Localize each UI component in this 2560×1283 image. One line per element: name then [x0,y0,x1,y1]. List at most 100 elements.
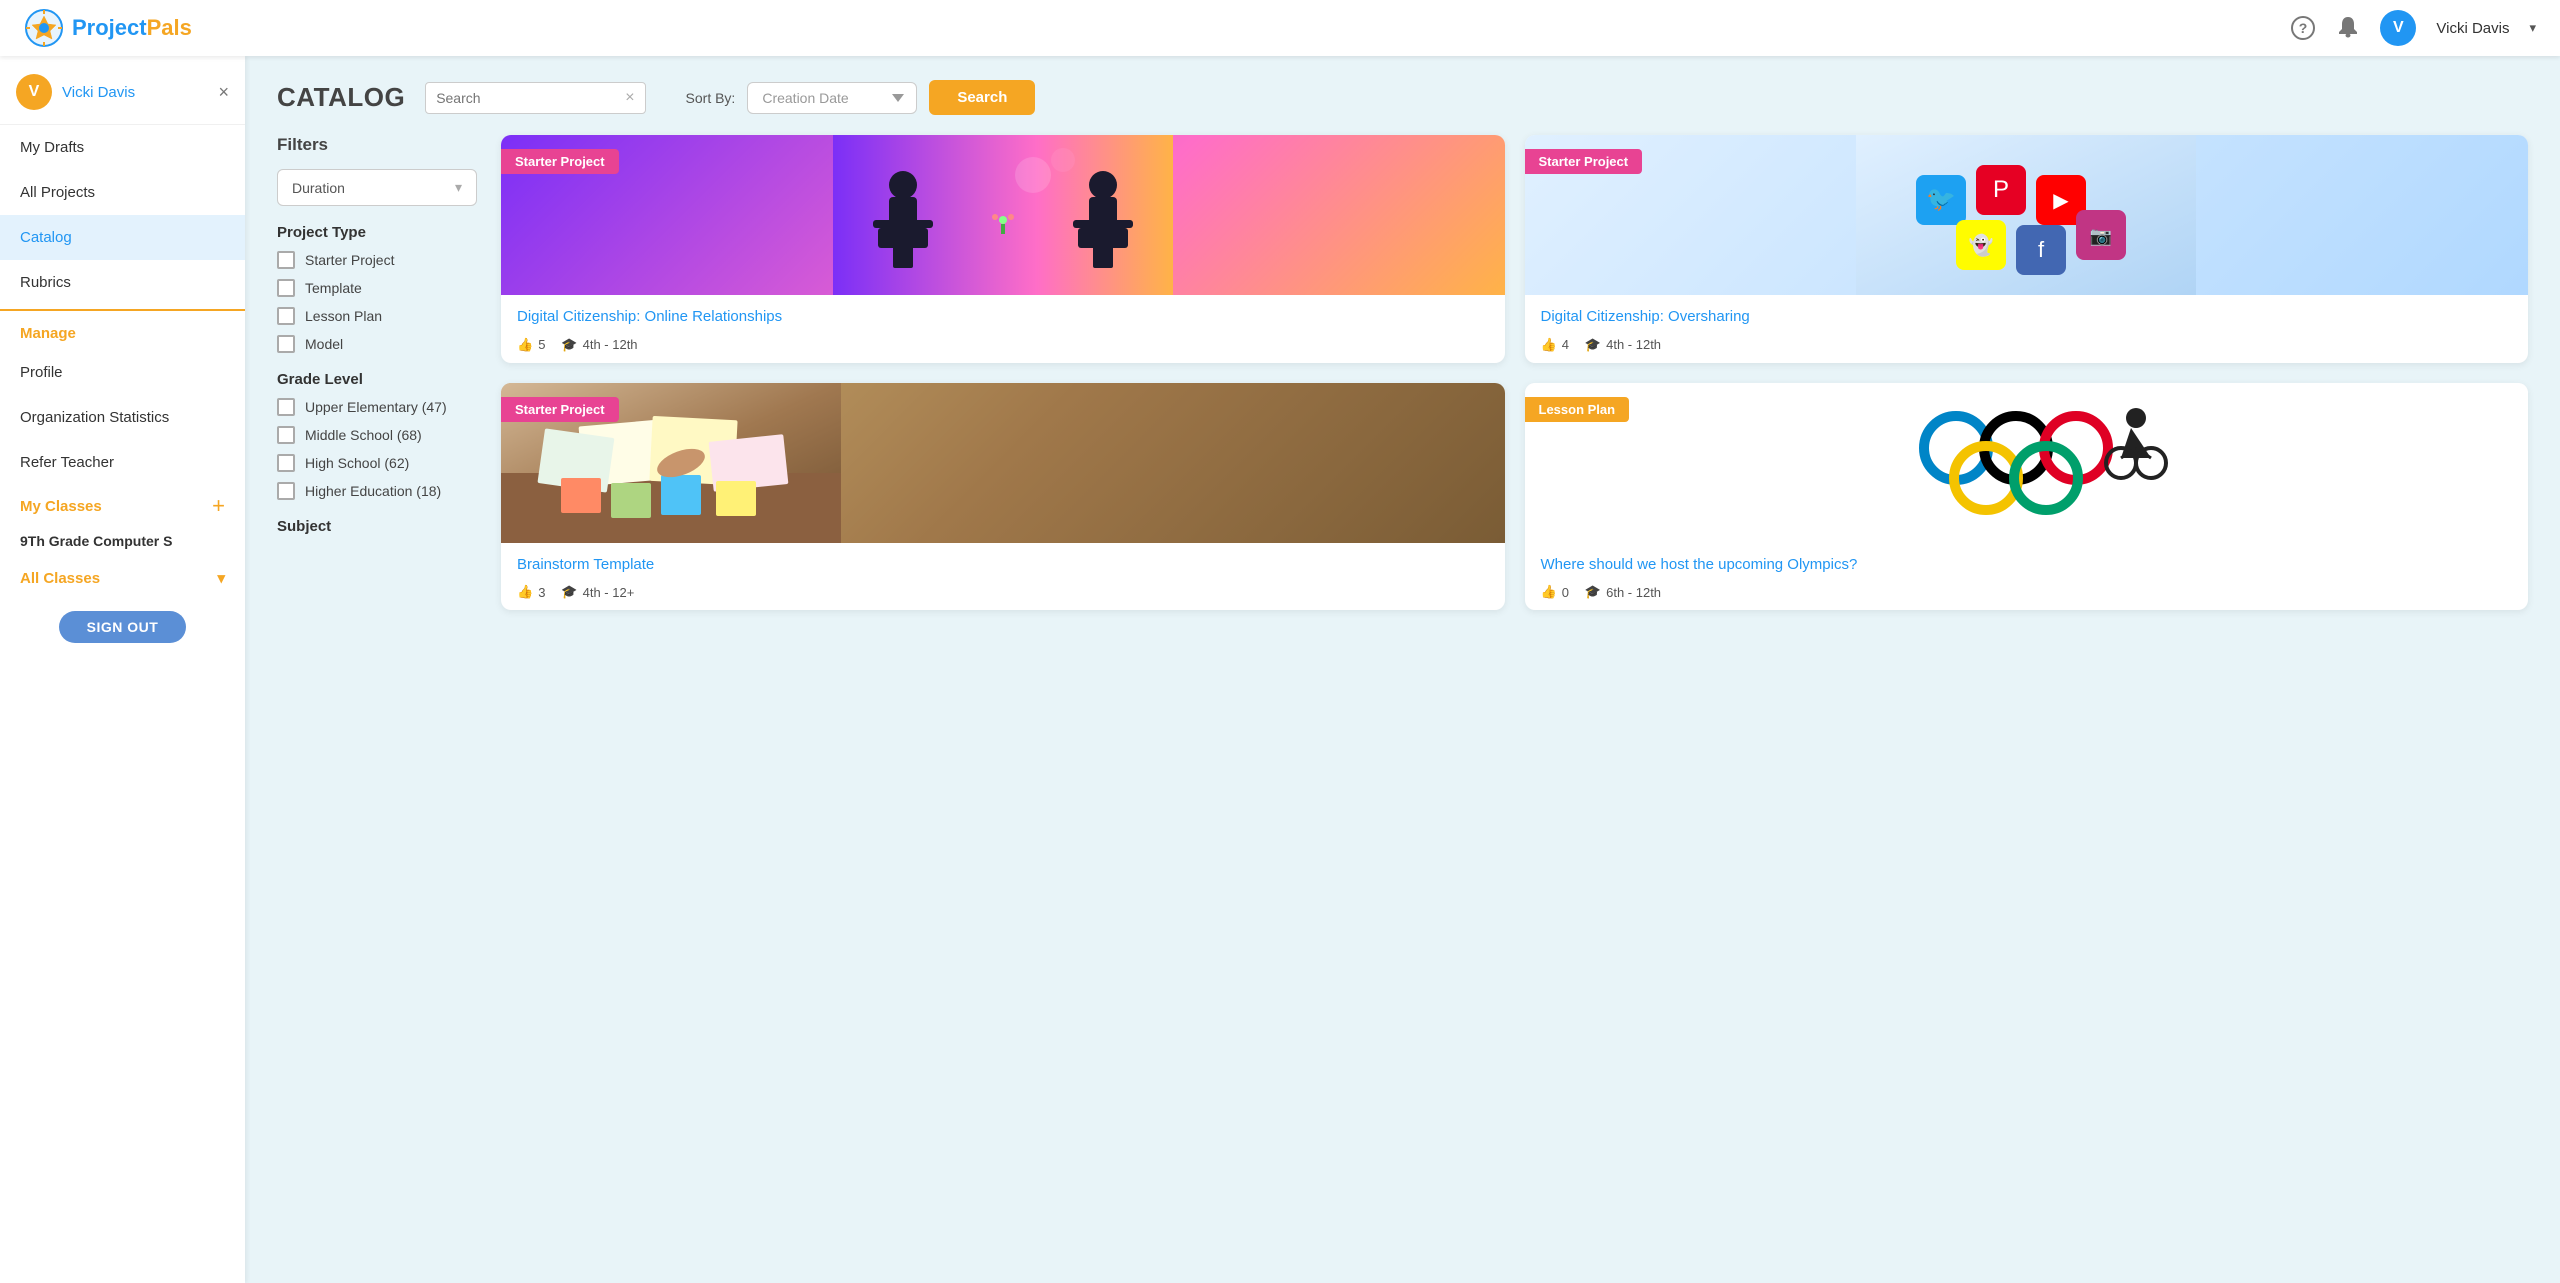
logo-text: ProjectPals [72,15,192,41]
project-card-4[interactable]: Lesson Plan Where should we host the upc… [1525,383,2529,611]
card-bg-social-media: 🐦 P ▶ [1525,135,2529,295]
likes-count-2: 4 [1562,337,1569,352]
card-image-2: 🐦 P ▶ [1525,135,2529,295]
card-meta-4: 👍 0 🎓 6th - 12th [1541,584,2513,600]
catalog-title: CATALOG [277,82,405,113]
svg-text:📷: 📷 [2090,226,2112,246]
filter-checkbox-higher-ed[interactable] [277,482,295,500]
catalog-search-box: × [425,82,645,114]
sidebar-item-rubrics[interactable]: Rubrics [0,260,245,305]
card-image-1: Starter Project [501,135,1505,295]
catalog-search-clear-button[interactable]: × [625,89,634,107]
sidebar-close-button[interactable]: × [218,82,229,103]
thumbs-up-icon-4: 👍 [1541,584,1557,600]
top-nav: ProjectPals ? V Vicki Davis ▾ [0,0,2560,56]
svg-text:🐦: 🐦 [1926,186,1956,213]
add-class-button[interactable]: + [212,495,225,517]
logo[interactable]: ProjectPals [24,8,192,48]
sidebar-item-all-projects[interactable]: All Projects [0,170,245,215]
thumbs-up-icon-3: 👍 [517,584,533,600]
sort-select[interactable]: Creation Date Title Likes [747,82,917,114]
filter-item-template[interactable]: Template [277,279,477,297]
filter-checkbox-high-school[interactable] [277,454,295,472]
filter-item-upper-elem[interactable]: Upper Elementary (47) [277,398,477,416]
catalog-search-input[interactable] [436,90,617,106]
sidebar-item-org-stats[interactable]: Organization Statistics [0,395,245,440]
card-meta-3: 👍 3 🎓 4th - 12+ [517,584,1489,600]
filter-item-high-school[interactable]: High School (62) [277,454,477,472]
card-likes-1: 👍 5 [517,337,545,353]
grade-text-1: 4th - 12th [583,337,638,352]
filter-label-starter: Starter Project [305,252,394,268]
grade-text-3: 4th - 12+ [583,585,635,600]
filter-checkbox-middle-school[interactable] [277,426,295,444]
svg-text:▶: ▶ [2054,190,2070,212]
filter-checkbox-starter[interactable] [277,251,295,269]
filter-checkbox-upper-elem[interactable] [277,398,295,416]
notification-button[interactable] [2336,15,2360,41]
thumbs-up-icon-1: 👍 [517,337,533,353]
help-button[interactable]: ? [2290,15,2316,41]
card-title-3: Brainstorm Template [517,555,1489,575]
filter-item-starter[interactable]: Starter Project [277,251,477,269]
card-info-3: Brainstorm Template 👍 3 🎓 4th - 12+ [501,543,1505,611]
duration-dropdown[interactable]: Duration ▾ [277,169,477,206]
subject-label: Subject [277,518,477,535]
card-info-4: Where should we host the upcoming Olympi… [1525,543,2529,611]
card-grade-1: 🎓 4th - 12th [561,337,637,353]
card-title-2: Digital Citizenship: Oversharing [1541,307,2513,327]
graduation-icon-4: 🎓 [1585,584,1601,600]
card-grade-3: 🎓 4th - 12+ [561,584,634,600]
sort-area: Sort By: Creation Date Title Likes Searc… [686,80,1036,115]
filter-checkbox-lesson-plan[interactable] [277,307,295,325]
filter-checkbox-template[interactable] [277,279,295,297]
card-bg-digital-online [501,135,1505,295]
project-card-3[interactable]: Starter Project Brainstorm Template 👍 3 … [501,383,1505,611]
filter-item-lesson-plan[interactable]: Lesson Plan [277,307,477,325]
likes-count-4: 0 [1562,585,1569,600]
filter-checkbox-model[interactable] [277,335,295,353]
svg-text:f: f [2038,237,2045,262]
user-menu-chevron-icon[interactable]: ▾ [2529,20,2536,36]
filter-label-middle-school: Middle School (68) [305,427,422,443]
sidebar-all-classes[interactable]: All Classes ▾ [0,559,245,597]
filter-label-lesson-plan: Lesson Plan [305,308,382,324]
search-button[interactable]: Search [929,80,1035,115]
card-bg-brainstorm [501,383,1505,543]
filter-item-higher-ed[interactable]: Higher Education (18) [277,482,477,500]
card-title-4: Where should we host the upcoming Olympi… [1541,555,2513,575]
sidebar-username: Vicki Davis [62,84,218,101]
project-card-2[interactable]: 🐦 P ▶ [1525,135,2529,363]
sidebar-item-my-drafts[interactable]: My Drafts [0,125,245,170]
project-type-label: Project Type [277,224,477,241]
card-bg-olympics [1525,383,2529,543]
sidebar-item-profile[interactable]: Profile [0,350,245,395]
user-avatar-nav[interactable]: V [2380,10,2416,46]
duration-label: Duration [292,180,345,196]
likes-count-1: 5 [538,337,545,352]
filter-label-high-school: High School (62) [305,455,409,471]
card-badge-4: Lesson Plan [1525,397,1630,422]
catalog-header: CATALOG × Sort By: Creation Date Title L… [277,80,2528,115]
user-name-nav[interactable]: Vicki Davis [2436,20,2509,37]
project-grid: Starter Project Digital Citizenship: Onl… [501,135,2528,610]
grade-text-2: 4th - 12th [1606,337,1661,352]
card-likes-2: 👍 4 [1541,337,1569,353]
filter-label-upper-elem: Upper Elementary (47) [305,399,447,415]
card-likes-3: 👍 3 [517,584,545,600]
signout-button[interactable]: SIGN OUT [59,611,187,643]
sidebar-my-classes-label: My Classes [20,498,102,515]
card-grade-2: 🎓 4th - 12th [1585,337,1661,353]
sidebar-my-classes-row: My Classes + [0,485,245,523]
card-badge-3: Starter Project [501,397,619,422]
filter-item-model[interactable]: Model [277,335,477,353]
sidebar-item-refer-teacher[interactable]: Refer Teacher [0,440,245,485]
sidebar-class-item[interactable]: 9Th Grade Computer S [0,523,245,559]
bell-icon [2336,15,2360,41]
project-card-1[interactable]: Starter Project Digital Citizenship: Onl… [501,135,1505,363]
sidebar-item-catalog[interactable]: Catalog [0,215,245,260]
filter-item-middle-school[interactable]: Middle School (68) [277,426,477,444]
filter-label-model: Model [305,336,343,352]
content-area: Filters Duration ▾ Project Type Starter … [277,135,2528,610]
card-image-3: Starter Project [501,383,1505,543]
